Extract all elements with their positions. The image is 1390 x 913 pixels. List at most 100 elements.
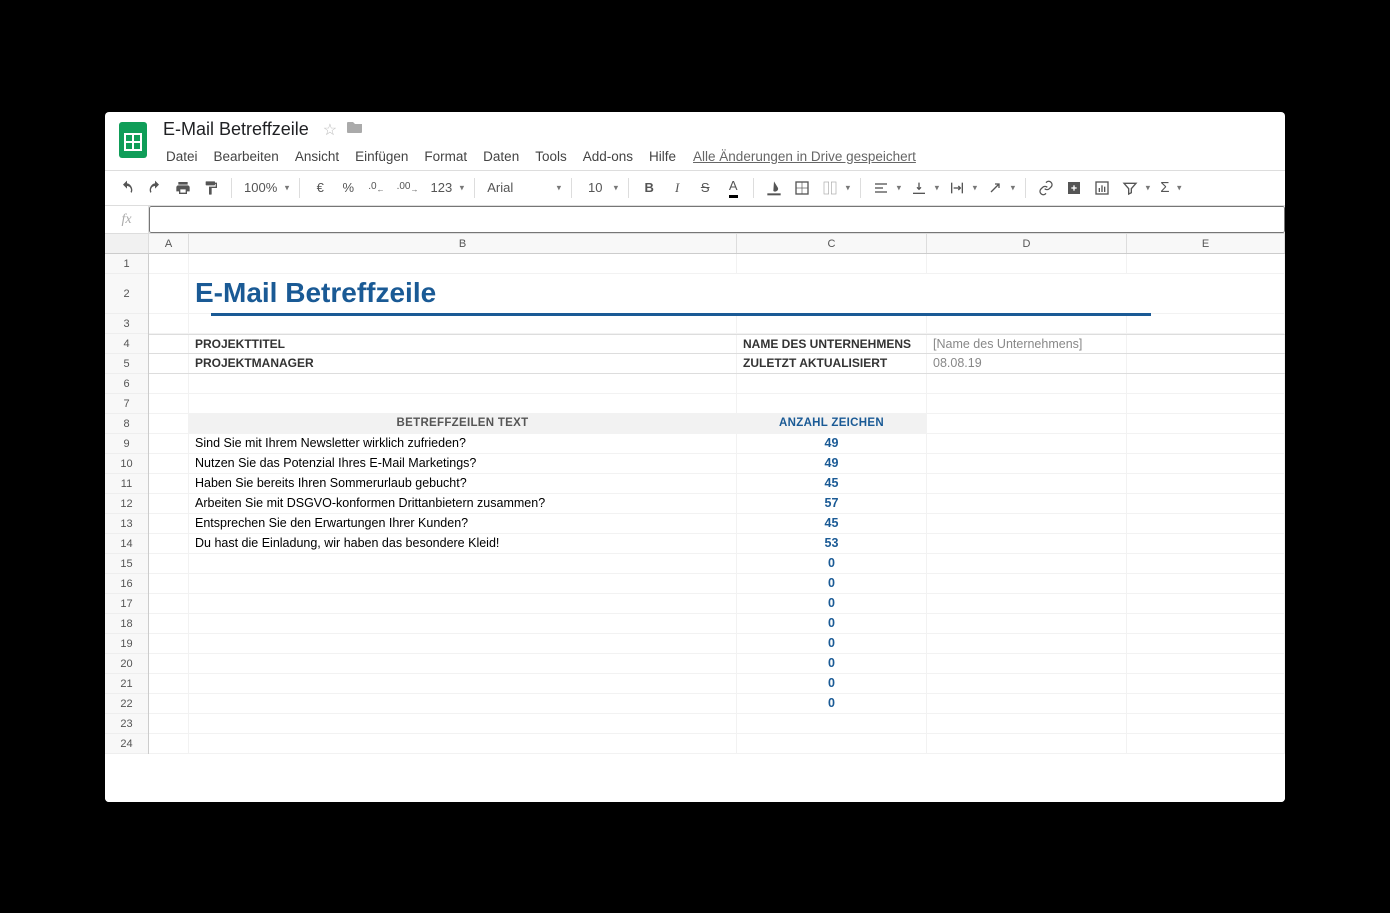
font-size-dropdown[interactable]: 10 [580, 175, 620, 201]
increase-decimal-button[interactable]: .00→ [393, 175, 423, 201]
text-color-button[interactable]: A [721, 175, 745, 201]
decrease-decimal-button[interactable]: .0← [364, 175, 388, 201]
row-header[interactable]: 2 [105, 274, 148, 314]
text-wrap-button[interactable] [945, 175, 979, 201]
currency-button[interactable]: € [308, 175, 332, 201]
fill-color-button[interactable] [762, 175, 786, 201]
subject-cell[interactable]: Nutzen Sie das Potenzial Ihres E-Mail Ma… [189, 454, 737, 473]
row-header[interactable]: 1 [105, 254, 148, 274]
subject-cell[interactable] [189, 614, 737, 633]
text-rotation-button[interactable] [983, 175, 1017, 201]
row-header[interactable]: 18 [105, 614, 148, 634]
cells-area[interactable]: E-Mail Betreffzeile PROJEKTTITEL NAME DE… [149, 254, 1285, 754]
subject-cell[interactable] [189, 594, 737, 613]
drive-save-status[interactable]: Alle Änderungen in Drive gespeichert [693, 146, 916, 167]
subject-cell[interactable] [189, 694, 737, 713]
row-header[interactable]: 24 [105, 734, 148, 754]
row-header[interactable]: 12 [105, 494, 148, 514]
menu-format[interactable]: Format [417, 146, 474, 167]
document-title[interactable]: E-Mail Betreffzeile [159, 119, 313, 140]
count-cell[interactable]: 0 [737, 614, 927, 633]
count-cell[interactable]: 0 [737, 674, 927, 693]
row-header[interactable]: 4 [105, 334, 148, 354]
row-header[interactable]: 22 [105, 694, 148, 714]
insert-comment-button[interactable] [1062, 175, 1086, 201]
menu-addons[interactable]: Add-ons [576, 146, 640, 167]
menu-datei[interactable]: Datei [159, 146, 205, 167]
projekttitel-label[interactable]: PROJEKTTITEL [189, 335, 737, 353]
subject-cell[interactable] [189, 554, 737, 573]
company-label[interactable]: NAME DES UNTERNEHMENS [737, 335, 927, 353]
col-header-count[interactable]: ANZAHL ZEICHEN [737, 414, 927, 433]
subject-cell[interactable]: Arbeiten Sie mit DSGVO-konformen Drittan… [189, 494, 737, 513]
insert-link-button[interactable] [1034, 175, 1058, 201]
subject-cell[interactable]: Sind Sie mit Ihrem Newsletter wirklich z… [189, 434, 737, 453]
count-cell[interactable]: 49 [737, 434, 927, 453]
h-align-button[interactable] [869, 175, 903, 201]
col-header-subject[interactable]: BETREFFZEILEN TEXT [189, 414, 737, 433]
count-cell[interactable]: 0 [737, 574, 927, 593]
col-header-e[interactable]: E [1127, 234, 1285, 253]
insert-chart-button[interactable] [1090, 175, 1114, 201]
row-header[interactable]: 10 [105, 454, 148, 474]
row-header[interactable]: 13 [105, 514, 148, 534]
count-cell[interactable]: 53 [737, 534, 927, 553]
updated-value[interactable]: 08.08.19 [927, 354, 1127, 373]
menu-einfuegen[interactable]: Einfügen [348, 146, 415, 167]
zoom-dropdown[interactable]: 100% [240, 175, 291, 201]
filter-button[interactable] [1118, 175, 1152, 201]
star-icon[interactable]: ☆ [323, 120, 337, 140]
count-cell[interactable]: 0 [737, 594, 927, 613]
row-header[interactable]: 21 [105, 674, 148, 694]
row-header[interactable]: 7 [105, 394, 148, 414]
subject-cell[interactable]: Haben Sie bereits Ihren Sommerurlaub geb… [189, 474, 737, 493]
italic-button[interactable]: I [665, 175, 689, 201]
row-header[interactable]: 17 [105, 594, 148, 614]
row-header[interactable]: 8 [105, 414, 148, 434]
select-all-corner[interactable] [105, 234, 149, 253]
col-header-c[interactable]: C [737, 234, 927, 253]
col-header-a[interactable]: A [149, 234, 189, 253]
spreadsheet-grid[interactable]: A B C D E 1 2 3 4 5 6 7 8 9 10 11 12 13 … [105, 234, 1285, 802]
subject-cell[interactable]: Entsprechen Sie den Erwartungen Ihrer Ku… [189, 514, 737, 533]
menu-hilfe[interactable]: Hilfe [642, 146, 683, 167]
row-header[interactable]: 14 [105, 534, 148, 554]
row-header[interactable]: 6 [105, 374, 148, 394]
menu-tools[interactable]: Tools [528, 146, 574, 167]
font-dropdown[interactable]: Arial [483, 175, 563, 201]
row-header[interactable]: 9 [105, 434, 148, 454]
undo-button[interactable] [115, 175, 139, 201]
count-cell[interactable]: 45 [737, 474, 927, 493]
updated-label[interactable]: ZULETZT AKTUALISIERT [737, 354, 927, 373]
functions-button[interactable]: Σ [1156, 175, 1183, 201]
count-cell[interactable]: 0 [737, 554, 927, 573]
row-header[interactable]: 15 [105, 554, 148, 574]
count-cell[interactable]: 0 [737, 634, 927, 653]
folder-icon[interactable] [347, 120, 363, 139]
sheet-title[interactable]: E-Mail Betreffzeile [189, 274, 737, 313]
count-cell[interactable]: 49 [737, 454, 927, 473]
subject-cell[interactable] [189, 574, 737, 593]
menu-daten[interactable]: Daten [476, 146, 526, 167]
row-header[interactable]: 5 [105, 354, 148, 374]
col-header-d[interactable]: D [927, 234, 1127, 253]
formula-input[interactable] [149, 206, 1285, 233]
count-cell[interactable]: 45 [737, 514, 927, 533]
print-button[interactable] [171, 175, 195, 201]
row-header[interactable]: 16 [105, 574, 148, 594]
count-cell[interactable]: 57 [737, 494, 927, 513]
count-cell[interactable]: 0 [737, 654, 927, 673]
redo-button[interactable] [143, 175, 167, 201]
projektmanager-label[interactable]: PROJEKTMANAGER [189, 354, 737, 373]
bold-button[interactable]: B [637, 175, 661, 201]
subject-cell[interactable] [189, 674, 737, 693]
count-cell[interactable]: 0 [737, 694, 927, 713]
row-header[interactable]: 20 [105, 654, 148, 674]
paint-format-button[interactable] [199, 175, 223, 201]
borders-button[interactable] [790, 175, 814, 201]
menu-ansicht[interactable]: Ansicht [288, 146, 346, 167]
percent-button[interactable]: % [336, 175, 360, 201]
number-format-dropdown[interactable]: 123 [427, 175, 467, 201]
col-header-b[interactable]: B [189, 234, 737, 253]
row-header[interactable]: 19 [105, 634, 148, 654]
